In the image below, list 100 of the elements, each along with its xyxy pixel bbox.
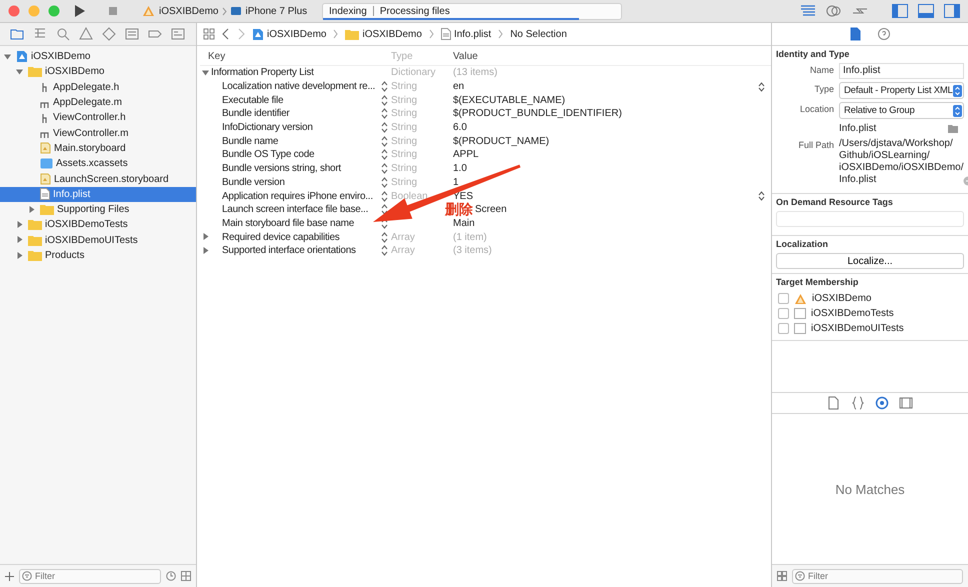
target-name: iOSXIBDemo: [812, 293, 872, 304]
breadcrumb[interactable]: iOSXIBDemo: [267, 28, 326, 40]
type-cell: String: [391, 176, 418, 188]
close-button-icon[interactable]: [8, 5, 20, 17]
disclosure-triangle-icon[interactable]: [16, 68, 24, 76]
folder-icon: [28, 219, 42, 230]
tree-item[interactable]: AppDelegate.h: [0, 80, 196, 95]
stepper-icon[interactable]: [381, 81, 388, 92]
type-cell: String: [391, 122, 418, 134]
file-template-icon[interactable]: [827, 396, 841, 410]
disclosure-triangle-icon[interactable]: [4, 52, 12, 61]
file-inspector-icon[interactable]: [849, 27, 863, 41]
stepper-icon[interactable]: [381, 232, 388, 243]
tree-item[interactable]: Assets.xcassets: [0, 156, 196, 172]
tree-item[interactable]: iOSXIBDemoTests: [0, 217, 196, 233]
search-icon[interactable]: [56, 27, 70, 41]
disclosure-triangle-icon[interactable]: [202, 233, 210, 242]
log-icon[interactable]: [171, 27, 185, 41]
localize-button[interactable]: Localize...: [776, 253, 964, 269]
stepper-icon[interactable]: [381, 245, 388, 256]
popup-chevron-icon[interactable]: [758, 191, 765, 202]
disclosure-triangle-icon[interactable]: [202, 68, 210, 77]
stepper-icon[interactable]: [381, 204, 388, 216]
type-popup[interactable]: Default - Property List XML: [839, 82, 964, 99]
grid-icon[interactable]: [777, 571, 787, 581]
value-cell: (3 items): [453, 245, 492, 256]
type-cell: Dictionary: [391, 67, 436, 78]
value-cell: 6.0: [453, 122, 467, 134]
disclosure-triangle-icon[interactable]: [16, 252, 24, 260]
breadcrumb[interactable]: iOSXIBDemo: [362, 28, 422, 40]
back-icon[interactable]: [222, 28, 230, 40]
play-icon[interactable]: [72, 4, 86, 18]
disclosure-triangle-icon[interactable]: [16, 220, 24, 229]
folder-icon[interactable]: [10, 27, 24, 41]
utilities-toggle-icon[interactable]: [944, 4, 960, 18]
related-items-icon[interactable]: [203, 28, 215, 40]
device-name[interactable]: iPhone 7 Plus: [245, 6, 308, 16]
stepper-icon[interactable]: [381, 190, 388, 202]
breadcrumb[interactable]: No Selection: [510, 28, 567, 40]
breadcrumb[interactable]: Info.plist: [454, 28, 492, 40]
disclosure-triangle-icon[interactable]: [202, 246, 210, 255]
section-title: Target Membership: [776, 277, 860, 287]
disclosure-triangle-icon[interactable]: [28, 206, 36, 214]
tree-item[interactable]: iOSXIBDemo: [0, 49, 196, 64]
popup-chevron-icon[interactable]: [758, 82, 765, 92]
file-name: Info.plist: [839, 123, 876, 134]
stepper-icon[interactable]: [381, 176, 388, 188]
filter-field[interactable]: Filter: [792, 568, 963, 584]
checkbox[interactable]: [778, 293, 789, 304]
chevron-icon: [333, 28, 338, 40]
disclosure-triangle-icon[interactable]: [16, 236, 24, 244]
column-header[interactable]: Key: [208, 51, 226, 62]
tree-item[interactable]: Info.plist: [0, 186, 196, 202]
type-cell: String: [391, 163, 418, 174]
stepper-icon[interactable]: [381, 122, 388, 134]
tree-item[interactable]: Main.storyboard: [0, 140, 196, 156]
location-popup[interactable]: Relative to Group: [839, 102, 964, 119]
add-icon[interactable]: [5, 572, 14, 580]
stepper-icon[interactable]: [381, 108, 388, 120]
standard-editor-icon[interactable]: [800, 4, 816, 18]
scheme-name[interactable]: iOSXIBDemo: [159, 6, 218, 16]
media-icon[interactable]: [899, 396, 913, 410]
tags-field[interactable]: [776, 211, 964, 227]
warning-icon[interactable]: [79, 27, 93, 41]
chevron-icon: [498, 28, 504, 40]
navigator-toggle-icon[interactable]: [892, 4, 908, 18]
assistant-editor-icon[interactable]: [826, 4, 842, 18]
tree-item[interactable]: ViewController.m: [0, 125, 196, 141]
tree-item[interactable]: Supporting Files: [0, 202, 196, 218]
tree-item[interactable]: ViewController.h: [0, 110, 196, 126]
stepper-icon[interactable]: [381, 163, 388, 174]
folder-icon: [40, 204, 54, 216]
tree-item[interactable]: iOSXIBDemoUITests: [0, 232, 196, 248]
column-header[interactable]: Value: [453, 51, 478, 62]
tree-item[interactable]: LaunchScreen.storyboard: [0, 171, 196, 187]
stepper-icon[interactable]: [381, 136, 388, 147]
tree-item[interactable]: Products: [0, 248, 196, 264]
name-field[interactable]: Info.plist: [839, 63, 964, 79]
help-icon[interactable]: [877, 27, 891, 41]
debug-area-toggle-icon[interactable]: [918, 4, 934, 18]
object-icon[interactable]: [875, 396, 889, 410]
braces-icon[interactable]: [851, 396, 865, 410]
tree-item[interactable]: AppDelegate.m: [0, 94, 196, 110]
storyboard-icon: [40, 142, 51, 154]
recent-files-icon[interactable]: [166, 571, 176, 581]
checkbox[interactable]: [778, 323, 789, 334]
tree-item[interactable]: iOSXIBDemo: [0, 64, 196, 80]
value-cell: 1.0: [453, 163, 467, 174]
value-cell: Main: [453, 218, 475, 229]
folder-icon[interactable]: [948, 124, 958, 132]
list-icon[interactable]: [125, 27, 139, 41]
assets-icon: [40, 158, 53, 170]
stop-icon[interactable]: [106, 4, 120, 18]
filter-field[interactable]: Filter: [19, 568, 161, 584]
diamond-icon[interactable]: [102, 27, 116, 41]
stepper-icon[interactable]: [381, 94, 388, 106]
stepper-icon[interactable]: [381, 149, 388, 160]
grid-icon[interactable]: [181, 571, 191, 581]
checkbox[interactable]: [778, 308, 789, 319]
activity-detail: Processing files: [380, 6, 450, 16]
